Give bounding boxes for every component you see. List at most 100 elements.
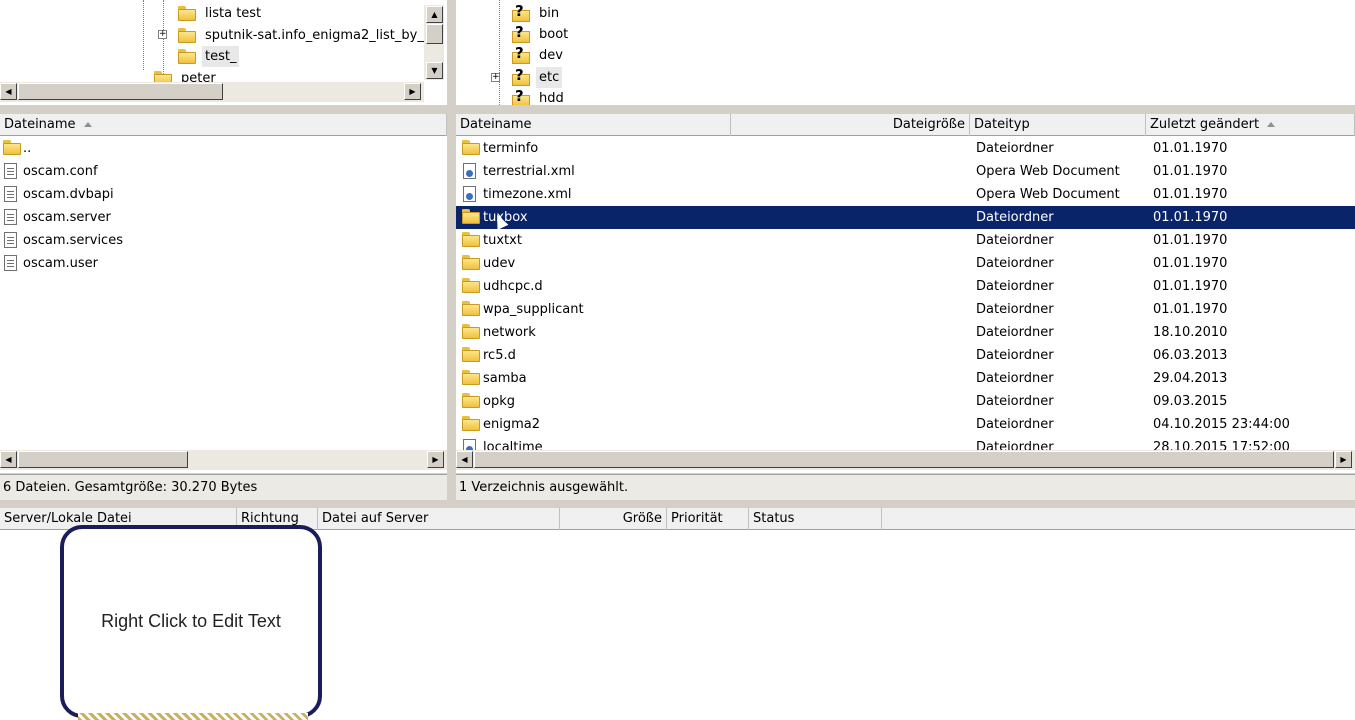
column-header-remote-file[interactable]: Datei auf Server bbox=[318, 508, 560, 530]
remote-tree-item-label: boot bbox=[539, 27, 569, 42]
file-icon bbox=[4, 255, 17, 271]
local-tree-pane[interactable]: lista test + sputnik-sat.info_enigma2_li… bbox=[0, 0, 447, 105]
column-header-status[interactable]: Status bbox=[749, 508, 882, 530]
file-row[interactable]: timezone.xml Opera Web Document 01.01.1970 bbox=[456, 183, 1355, 206]
scroll-left-icon[interactable]: ◀ bbox=[0, 83, 17, 100]
folder-icon bbox=[178, 6, 196, 21]
expand-icon[interactable]: + bbox=[158, 30, 167, 39]
file-row[interactable]: opkg Dateiordner 09.03.2015 bbox=[456, 390, 1355, 413]
folder-icon bbox=[462, 301, 480, 316]
file-name: oscam.server bbox=[23, 210, 111, 225]
file-row[interactable]: oscam.conf bbox=[0, 160, 447, 183]
remote-tree-item-label: dev bbox=[539, 48, 563, 63]
file-name: .. bbox=[23, 141, 32, 156]
sort-ascending-icon bbox=[1267, 122, 1276, 127]
local-file-list[interactable]: Dateiname .. oscam.conf oscam.dvbapi oscam.… bbox=[0, 114, 447, 473]
file-name: opkg bbox=[483, 394, 515, 409]
unknown-folder-icon: ? bbox=[512, 45, 530, 64]
file-row[interactable]: oscam.services bbox=[0, 229, 447, 252]
file-type: Opera Web Document bbox=[976, 187, 1120, 202]
local-tree-item-label: test_ bbox=[202, 46, 240, 67]
scroll-thumb[interactable] bbox=[474, 451, 1334, 468]
file-type: Dateiordner bbox=[976, 417, 1054, 432]
scroll-thumb[interactable] bbox=[18, 451, 188, 468]
file-name: tuxtxt bbox=[483, 233, 522, 248]
file-type: Opera Web Document bbox=[976, 164, 1120, 179]
file-icon bbox=[4, 232, 17, 248]
file-name: oscam.dvbapi bbox=[23, 187, 114, 202]
file-row[interactable]: terrestrial.xml Opera Web Document 01.01.1… bbox=[456, 160, 1355, 183]
remote-file-list[interactable]: Dateiname Dateigröße Dateityp Zuletzt ge… bbox=[456, 114, 1355, 473]
column-header-modified[interactable]: Zuletzt geändert bbox=[1146, 114, 1355, 136]
file-name: terrestrial.xml bbox=[483, 164, 575, 179]
file-icon bbox=[4, 163, 17, 179]
file-modified: 01.01.1970 bbox=[1153, 302, 1228, 317]
file-row[interactable]: tuxbox Dateiordner 01.01.1970 bbox=[456, 206, 1355, 229]
file-modified: 01.01.1970 bbox=[1153, 164, 1228, 179]
file-row[interactable]: samba Dateiordner 29.04.2013 bbox=[456, 367, 1355, 390]
file-modified: 01.01.1970 bbox=[1153, 210, 1228, 225]
file-icon bbox=[4, 209, 17, 225]
local-status-text: 6 Dateien. Gesamtgröße: 30.270 Bytes bbox=[3, 480, 258, 495]
scroll-left-icon[interactable]: ◀ bbox=[456, 451, 473, 468]
file-row[interactable]: udhcpc.d Dateiordner 01.01.1970 bbox=[456, 275, 1355, 298]
column-header-filetype[interactable]: Dateityp bbox=[970, 114, 1146, 136]
file-modified: 04.10.2015 23:44:00 bbox=[1153, 417, 1290, 432]
remote-status-bar: 1 Verzeichnis ausgewählt. bbox=[456, 474, 1355, 500]
file-row[interactable]: wpa_supplicant Dateiordner 01.01.1970 bbox=[456, 298, 1355, 321]
file-type: Dateiordner bbox=[976, 210, 1054, 225]
file-row[interactable]: oscam.server bbox=[0, 206, 447, 229]
file-row[interactable]: .. bbox=[0, 137, 447, 160]
file-icon bbox=[4, 186, 17, 202]
scroll-right-icon[interactable]: ▶ bbox=[404, 83, 421, 100]
remote-status-text: 1 Verzeichnis ausgewählt. bbox=[459, 480, 629, 495]
local-tree-item-label: sputnik-sat.info_enigma2_list_by_ bbox=[205, 28, 424, 43]
file-name: timezone.xml bbox=[483, 187, 572, 202]
file-row[interactable]: terminfo Dateiordner 01.01.1970 bbox=[456, 137, 1355, 160]
scroll-right-icon[interactable]: ▶ bbox=[1335, 451, 1352, 468]
file-row[interactable]: network Dateiordner 18.10.2010 bbox=[456, 321, 1355, 344]
scroll-right-icon[interactable]: ▶ bbox=[427, 451, 444, 468]
expand-icon[interactable]: + bbox=[491, 73, 500, 82]
file-row[interactable]: tuxtxt Dateiordner 01.01.1970 bbox=[456, 229, 1355, 252]
scroll-down-icon[interactable]: ▼ bbox=[426, 62, 443, 79]
folder-icon bbox=[462, 347, 480, 362]
file-row[interactable]: oscam.user bbox=[0, 252, 447, 275]
folder-icon bbox=[462, 393, 480, 408]
file-type: Dateiordner bbox=[976, 279, 1054, 294]
file-name: terminfo bbox=[483, 141, 539, 156]
file-row[interactable]: udev Dateiordner 01.01.1970 bbox=[456, 252, 1355, 275]
folder-icon bbox=[178, 49, 196, 64]
column-header-size[interactable]: Größe bbox=[560, 508, 667, 530]
column-header-priority[interactable]: Priorität bbox=[667, 508, 749, 530]
unknown-folder-icon: ? bbox=[512, 3, 530, 22]
folder-icon bbox=[462, 324, 480, 339]
scroll-thumb[interactable] bbox=[18, 83, 223, 100]
file-name: oscam.services bbox=[23, 233, 123, 248]
folder-icon bbox=[462, 140, 480, 155]
scroll-up-icon[interactable]: ▲ bbox=[426, 6, 443, 23]
folder-icon bbox=[462, 416, 480, 431]
file-name: oscam.conf bbox=[23, 164, 98, 179]
tree-guide-line bbox=[143, 0, 144, 70]
remote-tree-item-label: etc bbox=[536, 67, 563, 88]
file-row[interactable]: rc5.d Dateiordner 06.03.2013 bbox=[456, 344, 1355, 367]
column-header-filesize[interactable]: Dateigröße bbox=[731, 114, 970, 136]
file-name: samba bbox=[483, 371, 527, 386]
column-header-filename[interactable]: Dateiname bbox=[0, 114, 447, 136]
folder-icon bbox=[178, 28, 196, 43]
file-name: network bbox=[483, 325, 536, 340]
tree-guide-line bbox=[163, 0, 164, 80]
scroll-thumb[interactable] bbox=[426, 24, 443, 44]
remote-tree-pane[interactable]: ? bin ? boot ? dev + ? etc ? hdd bbox=[456, 0, 1355, 105]
scroll-left-icon[interactable]: ◀ bbox=[0, 451, 17, 468]
local-list-header: Dateiname bbox=[0, 114, 447, 136]
remote-tree-item-label: bin bbox=[539, 6, 560, 21]
column-header-filename[interactable]: Dateiname bbox=[456, 114, 731, 136]
file-row[interactable]: enigma2 Dateiordner 04.10.2015 23:44:00 bbox=[456, 413, 1355, 436]
file-type: Dateiordner bbox=[976, 325, 1054, 340]
file-modified: 01.01.1970 bbox=[1153, 233, 1228, 248]
file-name: wpa_supplicant bbox=[483, 302, 584, 317]
file-row[interactable]: oscam.dvbapi bbox=[0, 183, 447, 206]
annotation-callout[interactable]: Right Click to Edit Text bbox=[60, 525, 322, 718]
